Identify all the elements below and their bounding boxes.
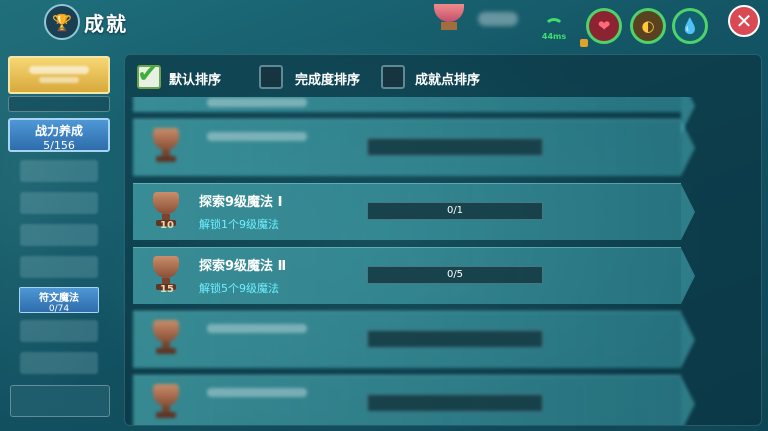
sidebar-item[interactable] [20,352,98,374]
list-item[interactable] [133,97,695,134]
list-item[interactable]: 10 探索9级魔法 Ⅰ 解锁1个9级魔法 0/1 [133,183,695,240]
progress-bar [367,138,543,156]
sidebar-subcategory-list [16,158,102,390]
gold-resource-icon[interactable]: ◐ [630,8,666,44]
sort-points-label[interactable]: 成就点排序 [415,69,480,88]
achievement-panel: ✔ 默认排序 完成度排序 成就点排序 10 探索9级魔法 Ⅰ 解锁1个9级魔法 … [124,54,762,426]
tab-count-blurred [39,77,79,83]
shield-badge-icon [580,39,588,47]
tab-label-blurred [29,66,89,74]
achievement-name-blurred [207,388,307,397]
sidebar-tab-battle[interactable]: 战力养成 5/156 [8,118,110,152]
sidebar-item[interactable] [20,320,98,342]
sidebar-tab-overview[interactable] [8,56,110,94]
health-heart-icon[interactable]: ❤ [586,8,622,44]
sort-default-label[interactable]: 默认排序 [169,69,221,88]
progress-bar: 0/1 [367,202,543,220]
bronze-trophy-icon [151,384,181,424]
sort-completion-checkbox[interactable] [259,65,283,89]
sidebar-subtab[interactable] [8,96,110,112]
sort-default-checkbox[interactable]: ✔ [137,59,161,89]
achievement-points: 15 [160,284,174,295]
list-item[interactable] [133,375,695,425]
sidebar-item-rune-magic[interactable]: 符文魔法 0/74 [19,287,99,314]
achievement-list: 10 探索9级魔法 Ⅰ 解锁1个9级魔法 0/1 15 探索9级魔法 Ⅱ 解锁5… [125,97,761,425]
wifi-icon [544,18,564,31]
page-title: 成就 [84,12,128,36]
sort-filters: ✔ 默认排序 完成度排序 成就点排序 [125,55,761,99]
progress-bar [367,394,543,412]
achievement-points-icon [431,4,467,34]
sidebar-tab-bottom[interactable] [10,385,110,417]
achievement-name-blurred [207,98,307,107]
sidebar-item[interactable] [20,224,98,246]
water-drop-icon[interactable]: 💧 [672,8,708,44]
progress-bar: 0/5 [367,266,543,284]
tab-label: 战力养成 [34,124,83,138]
sort-completion-label[interactable]: 完成度排序 [295,69,360,88]
achievement-name: 探索9级魔法 Ⅰ [199,195,283,210]
achievement-name-blurred [207,132,307,141]
bronze-trophy-icon [151,128,181,168]
top-bar: 🏆 成就 44ms ❤ ◐ 💧 ✕ [0,0,768,47]
sort-points-checkbox[interactable] [381,65,405,89]
list-item[interactable] [133,311,695,368]
network-status: 44ms [540,18,568,41]
trophy-icon: 🏆 [44,4,80,40]
ping-label: 44ms [541,32,567,41]
sidebar-item[interactable] [20,256,98,278]
bronze-trophy-icon [151,320,181,360]
sidebar-item[interactable] [20,160,98,182]
achievement-description: 解锁5个9级魔法 [199,282,279,295]
tab-count: 5/156 [43,139,75,152]
progress-bar [367,330,543,348]
achievement-name: 探索9级魔法 Ⅱ [199,259,287,274]
tab-count: 0/74 [48,304,70,314]
achievement-points: 10 [160,220,174,231]
achievement-points-value [478,12,518,26]
checkmark-icon: ✔ [137,59,159,89]
list-item[interactable] [133,119,695,176]
tab-label: 符文魔法 [39,293,79,304]
list-item[interactable]: 15 探索9级魔法 Ⅱ 解锁5个9级魔法 0/5 [133,247,695,304]
achievement-name-blurred [207,324,307,333]
sidebar-item[interactable] [20,192,98,214]
close-button[interactable]: ✕ [728,5,760,37]
achievement-description: 解锁1个9级魔法 [199,218,279,231]
